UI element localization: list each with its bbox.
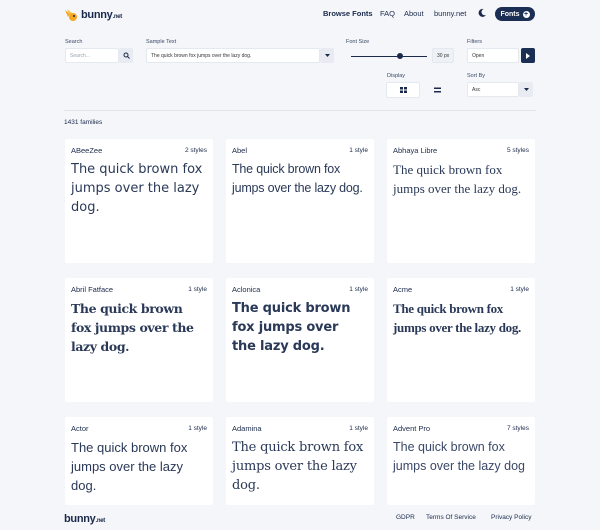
chevron-down-icon <box>324 54 330 57</box>
sort-select[interactable]: Asc <box>467 82 519 97</box>
filters-label: Filters <box>467 39 482 45</box>
chevron-down-icon <box>523 88 529 91</box>
font-card-abel[interactable]: Abel 1 style The quick brown fox jumps o… <box>226 139 374 263</box>
sample-text-label: Sample Text <box>146 39 177 45</box>
footer-logo[interactable]: bunny.net <box>64 513 105 525</box>
card-sample: The quick brown fox jumps over the lazy … <box>393 301 521 335</box>
card-style-count: 1 style <box>349 147 368 154</box>
card-sample: The quick brown fox jumps over the lazy … <box>393 162 522 196</box>
bunny-logo-icon <box>65 9 77 21</box>
sort-dropdown[interactable] <box>519 82 533 97</box>
moon-icon[interactable] <box>477 8 487 18</box>
card-name: Actor <box>71 424 89 433</box>
font-card-abeezee[interactable]: ABeeZee 2 styles The quick brown fox jum… <box>65 139 213 263</box>
font-card-abhaya-libre[interactable]: Abhaya Libre 5 styles The quick brown fo… <box>387 139 535 263</box>
card-name: Abril Fatface <box>71 285 114 294</box>
font-card-actor[interactable]: Actor 1 style The quick brown fox jumps … <box>65 417 213 505</box>
card-style-count: 1 style <box>349 286 368 293</box>
grid-view-button[interactable] <box>386 82 420 98</box>
card-sample: The quick brown fox jumps over the lazy … <box>71 301 194 354</box>
nav-bunny-net[interactable]: bunny.net <box>434 9 466 18</box>
card-sample: The quick brown fox jumps over the lazy … <box>71 440 188 493</box>
filter-bar: Search Search... Sample Text The quick b… <box>0 30 600 110</box>
grid-view-icon <box>399 87 407 93</box>
card-sample: The quick brown fox jumps over the lazy … <box>232 162 363 195</box>
font-card-advent-pro[interactable]: Advent Pro 7 styles The quick brown fox … <box>387 417 535 505</box>
card-sample: The quick brown fox jumps over the lazy … <box>393 440 526 473</box>
list-view-button[interactable] <box>430 83 444 97</box>
plus-icon: + <box>522 10 530 18</box>
display-label: Display <box>387 73 406 79</box>
card-name: Abel <box>232 146 248 155</box>
card-sample: The quick brown fox jumps over the lazy … <box>232 440 364 493</box>
card-name: Abhaya Libre <box>393 146 438 155</box>
card-style-count: 1 style <box>188 425 207 432</box>
divider <box>64 110 536 111</box>
card-style-count: 7 styles <box>506 425 529 432</box>
card-name: Advent Pro <box>393 424 431 433</box>
footer-link-gdpr[interactable]: GDPR <box>396 514 415 521</box>
nav-about[interactable]: About <box>404 9 424 18</box>
card-sample: The quick brown fox jumps over the lazy … <box>71 162 203 215</box>
sample-text-input[interactable]: The quick brown fox jumps over the lazy … <box>146 48 320 63</box>
font-size-slider-handle[interactable] <box>396 53 403 59</box>
font-card-adamina[interactable]: Adamina 1 style The quick brown fox jump… <box>226 417 374 505</box>
card-style-count: 1 style <box>510 286 529 293</box>
logo-text: bunny.net <box>81 9 122 21</box>
font-size-label: Font Size <box>346 39 370 45</box>
search-input[interactable]: Search... <box>65 48 119 63</box>
search-icon <box>123 52 130 59</box>
sort-by-label: Sort By <box>467 73 486 79</box>
family-count: 1431 families <box>64 119 103 126</box>
filters-select[interactable]: Open <box>467 48 519 63</box>
footer-logo-text: bunny.net <box>64 513 105 525</box>
chevron-right-icon <box>526 52 530 59</box>
logo[interactable]: bunny.net <box>64 8 122 22</box>
card-style-count: 2 styles <box>184 147 207 154</box>
font-card-abril-fatface[interactable]: Abril Fatface 1 style The quick brown fo… <box>65 278 213 402</box>
font-card-acme[interactable]: Acme 1 style The quick brown fox jumps o… <box>387 278 535 402</box>
card-sample: The quick brown fox jumps over the lazy … <box>232 301 351 354</box>
card-name: ABeeZee <box>71 146 103 155</box>
font-size-slider[interactable] <box>351 56 427 57</box>
card-style-count: 5 styles <box>506 147 529 154</box>
card-name: Adamina <box>232 424 262 433</box>
sample-text-dropdown[interactable] <box>320 48 334 63</box>
fonts-button-label: Fonts <box>500 10 520 18</box>
search-button[interactable] <box>119 48 133 63</box>
card-style-count: 1 style <box>349 425 368 432</box>
footer-link-terms[interactable]: Terms Of Service <box>426 514 476 521</box>
card-name: Aclonica <box>232 285 261 294</box>
footer-link-privacy[interactable]: Privacy Policy <box>491 514 531 521</box>
font-card-aclonica[interactable]: Aclonica 1 style The quick brown fox jum… <box>226 278 374 402</box>
font-size-value: 30 px <box>432 48 454 63</box>
header: bunny.net Browse Fonts FAQ About bunny.n… <box>0 0 600 30</box>
card-name: Acme <box>393 285 413 294</box>
list-view-icon <box>433 87 441 93</box>
fonts-button[interactable]: Fonts + <box>495 7 535 21</box>
filters-open-button[interactable] <box>521 48 535 63</box>
nav-faq[interactable]: FAQ <box>380 9 395 18</box>
card-style-count: 1 style <box>188 286 207 293</box>
search-label: Search <box>65 39 83 45</box>
nav-browse-fonts[interactable]: Browse Fonts <box>323 9 373 18</box>
